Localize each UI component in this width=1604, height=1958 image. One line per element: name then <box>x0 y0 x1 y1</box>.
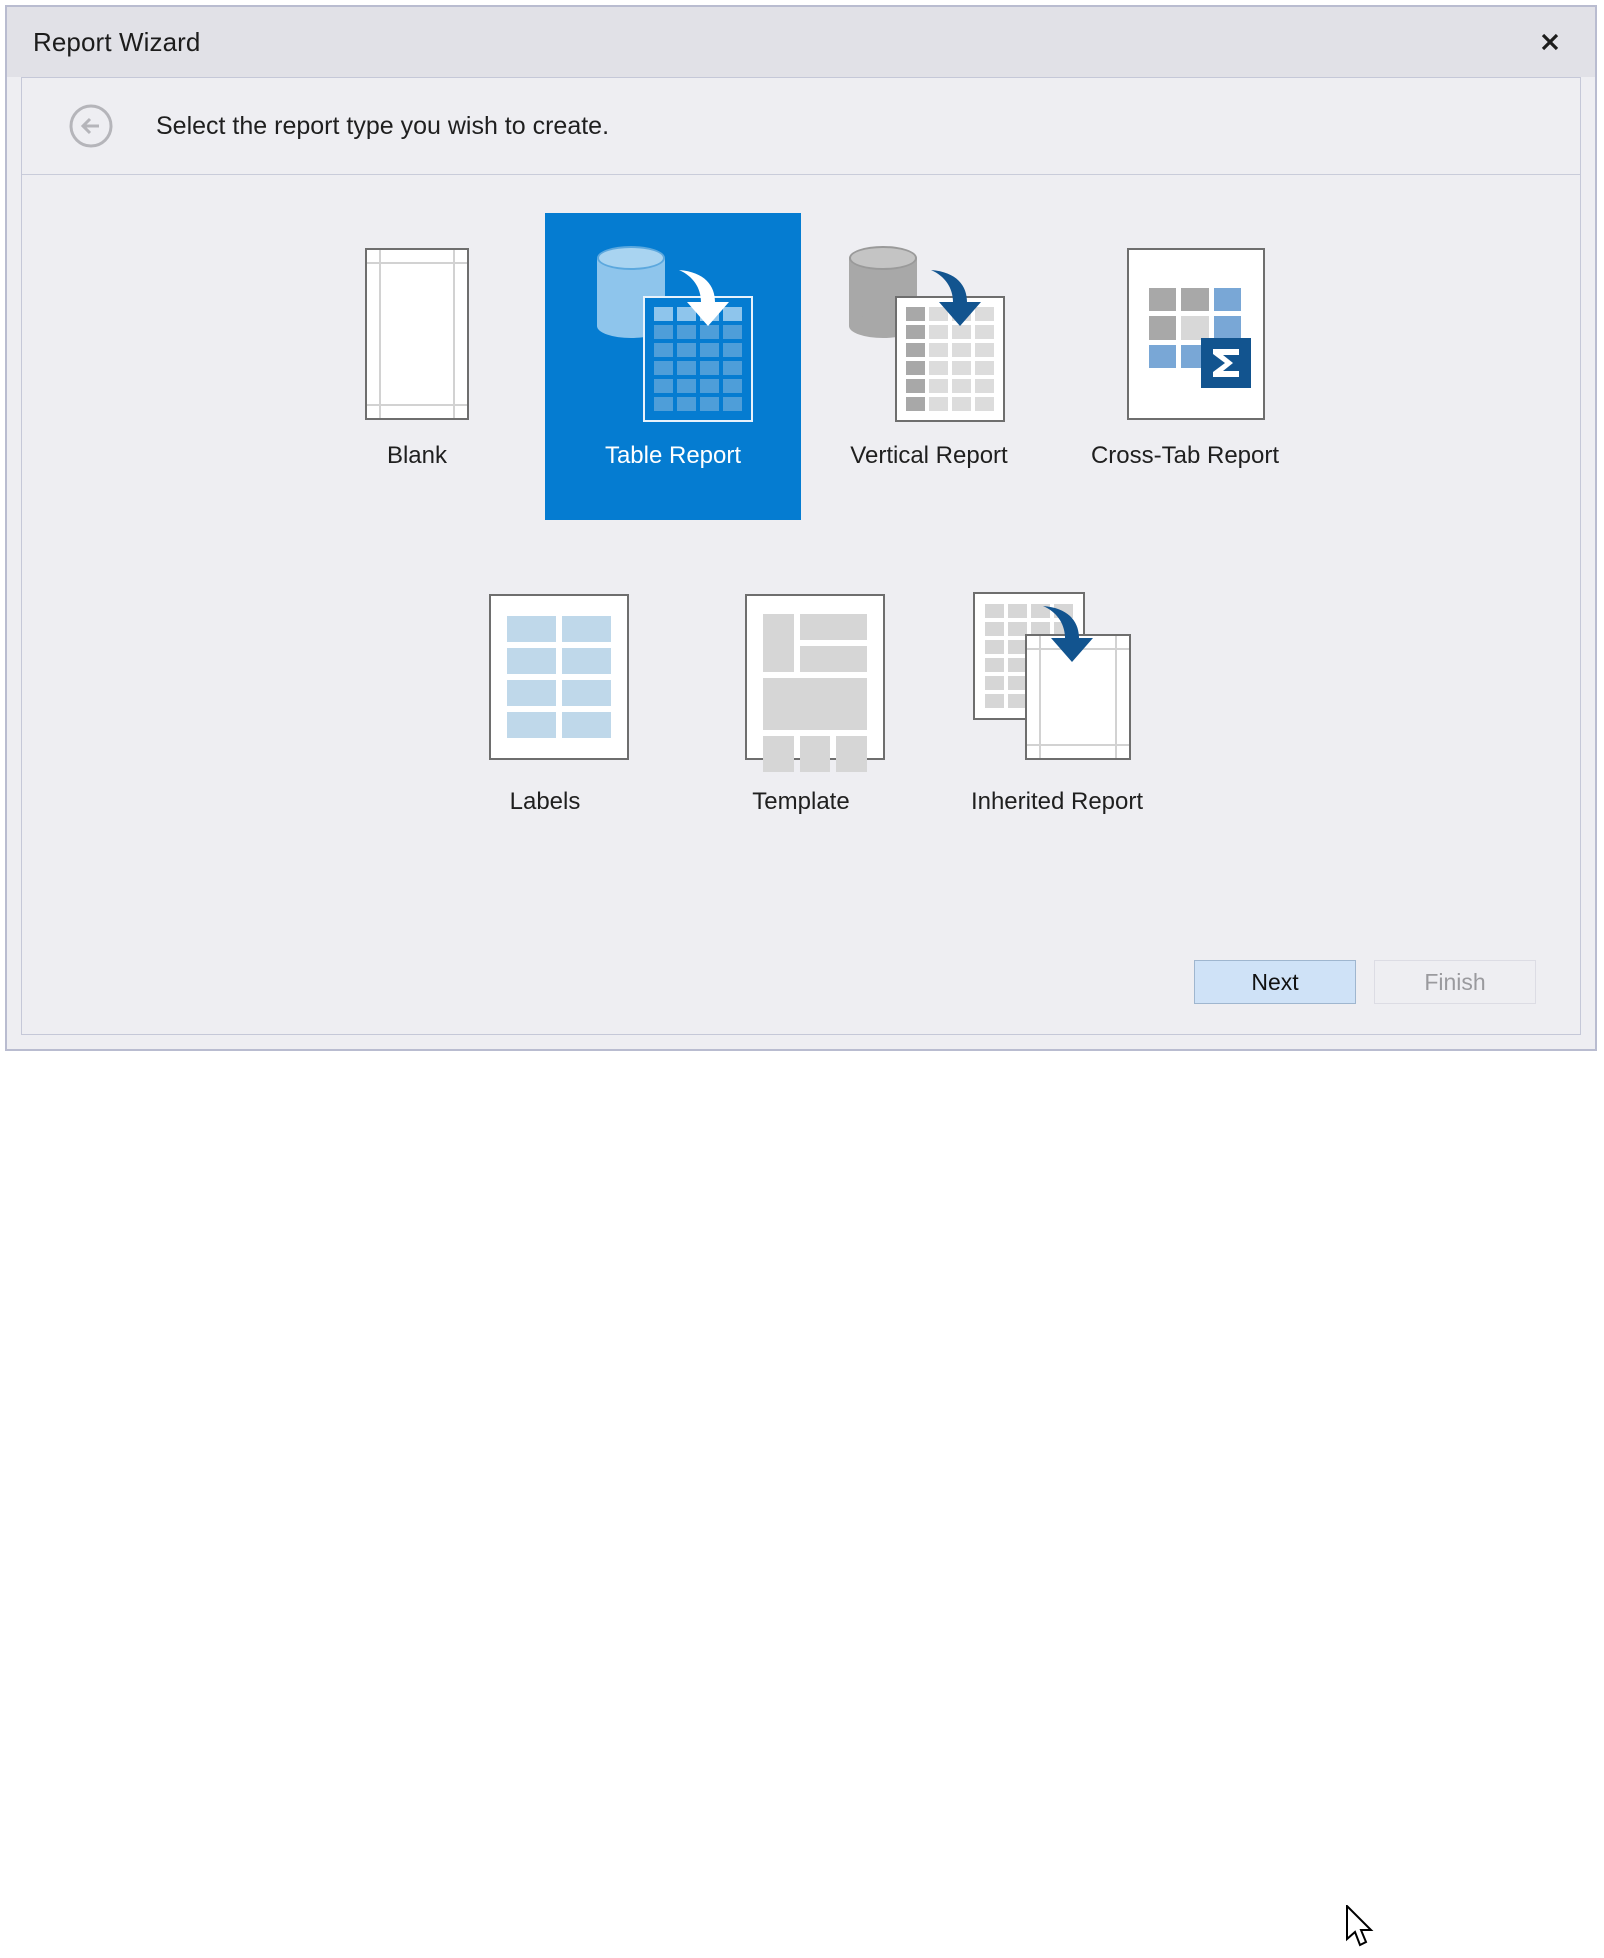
blank-page-icon <box>327 240 507 428</box>
report-type-label: Cross-Tab Report <box>1090 442 1280 469</box>
report-type-row-2: Labels Template Inherited Report <box>22 576 1580 883</box>
report-type-table[interactable]: Table Report <box>545 213 801 520</box>
report-type-label: Inherited Report <box>970 788 1144 815</box>
report-type-inherited[interactable]: Inherited Report <box>929 576 1185 883</box>
report-type-label: Labels <box>509 788 581 815</box>
report-type-gallery: Blank Table Report Vertical Report Cross… <box>22 175 1580 930</box>
report-type-label: Template <box>752 788 850 815</box>
wizard-header: Select the report type you wish to creat… <box>22 78 1580 175</box>
report-type-labels[interactable]: Labels <box>417 576 673 883</box>
wizard-frame: Select the report type you wish to creat… <box>21 77 1581 1947</box>
report-type-label: Blank <box>386 442 448 469</box>
back-arrow-circle-icon[interactable] <box>68 103 114 149</box>
report-type-label: Vertical Report <box>850 442 1008 469</box>
report-type-label: Table Report <box>604 442 742 469</box>
cross-tab-report-icon <box>1095 240 1275 428</box>
report-type-row-1: Blank Table Report Vertical Report Cross… <box>22 213 1580 520</box>
report-type-vertical[interactable]: Vertical Report <box>801 213 1057 520</box>
wizard-footer: Next Finish <box>22 930 1580 1947</box>
template-icon <box>711 586 891 774</box>
labels-icon <box>455 586 635 774</box>
report-type-blank[interactable]: Blank <box>289 213 545 520</box>
close-icon[interactable] <box>1527 19 1573 65</box>
mouse-cursor <box>1345 1903 1381 1958</box>
table-report-icon <box>583 240 763 428</box>
wizard-instruction: Select the report type you wish to creat… <box>156 111 610 140</box>
title-bar: Report Wizard <box>7 7 1595 77</box>
window-title: Report Wizard <box>33 26 201 57</box>
report-type-crosstab[interactable]: Cross-Tab Report <box>1057 213 1313 520</box>
finish-button: Finish <box>1374 960 1536 1004</box>
vertical-report-icon <box>839 240 1019 428</box>
report-type-template[interactable]: Template <box>673 576 929 883</box>
next-button[interactable]: Next <box>1194 960 1356 1004</box>
inherited-report-icon <box>967 586 1147 774</box>
report-wizard-window: Report Wizard Select the report type you… <box>5 5 1597 1947</box>
